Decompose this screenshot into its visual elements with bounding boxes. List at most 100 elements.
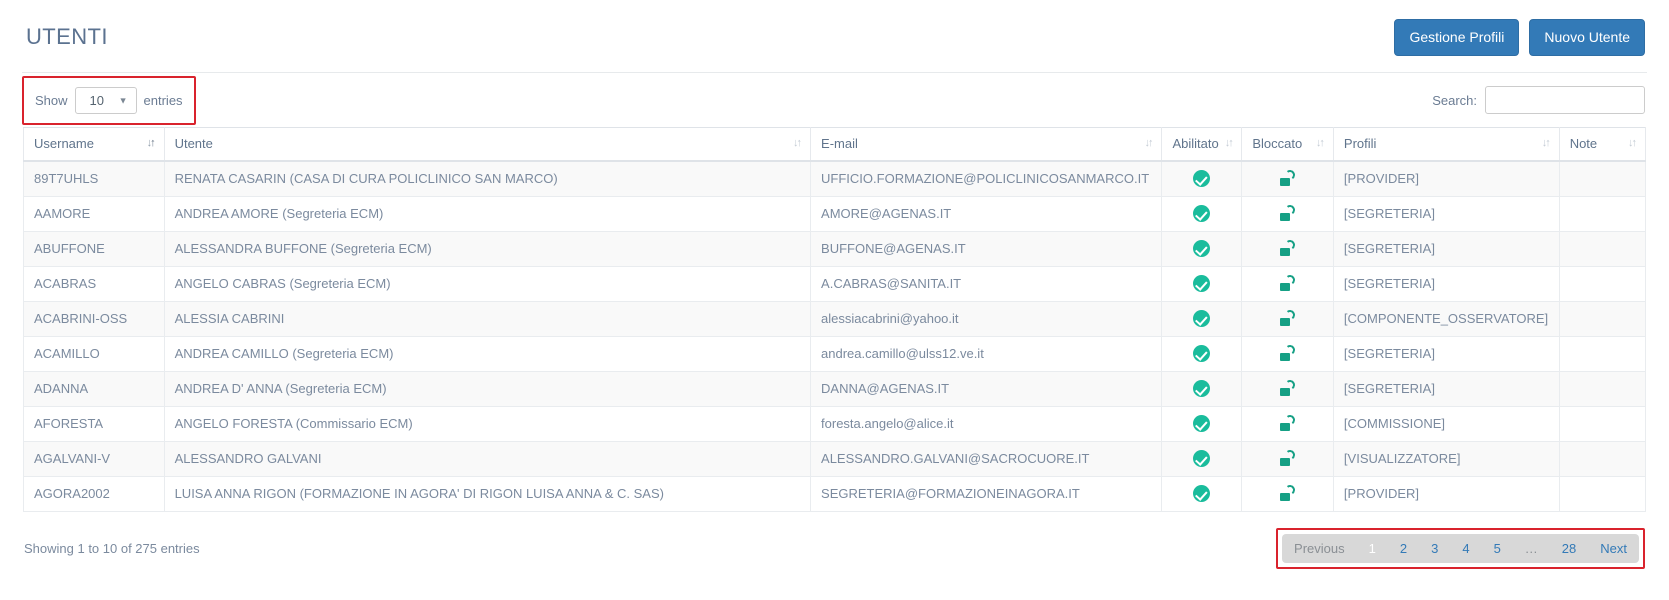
gestione-profili-button[interactable]: Gestione Profili [1394,18,1520,56]
cell-profili: [SEGRETERIA] [1332,265,1560,302]
cell-email: ALESSANDRO.GALVANI@SACROCUORE.IT [810,440,1163,477]
table-row[interactable]: AGORA2002 LUISA ANNA RIGON (FORMAZIONE IN… [23,475,1647,512]
cell-bloccato [1241,440,1334,477]
unlock-icon [1279,274,1297,292]
pagination-highlight: Previous 1 2 3 4 5 … 28 Next [1276,527,1645,569]
column-label: Utente [174,136,213,151]
pagination-3[interactable]: 3 [1419,534,1450,563]
column-header-bloccato[interactable]: Bloccato ↓↑ [1241,127,1334,162]
length-control-highlight: Show 10 25 50 100 ▼ entries [22,75,196,125]
cell-utente: ANDREA CAMILLO (Segreteria ECM) [163,335,812,372]
table-row[interactable]: ACAMILLO ANDREA CAMILLO (Segreteria ECM) a… [23,335,1647,372]
cell-username: ACABRAS [23,265,165,302]
table-row[interactable]: ADANNA ANDREA D' ANNA (Segreteria ECM) DAN… [23,370,1647,407]
cell-utente: ANDREA AMORE (Segreteria ECM) [163,195,812,232]
cell-abilitato [1161,195,1243,232]
cell-abilitato [1161,405,1243,442]
pagination-2[interactable]: 2 [1388,534,1419,563]
table-head: Username ↓↑ Utente ↓↑ E-mail ↓↑ Abilitat… [23,127,1647,162]
sort-icon: ↓↑ [146,137,156,149]
cell-email: DANNA@AGENAS.IT [810,370,1163,407]
table-row[interactable]: ABUFFONE ALESSANDRA BUFFONE (Segreteria E… [23,230,1647,267]
cell-note [1558,300,1647,337]
pagination: Previous 1 2 3 4 5 … 28 Next [1282,533,1639,563]
cell-bloccato [1241,335,1334,372]
sort-icon: ↓↑ [1628,137,1637,149]
check-circle-icon [1193,205,1211,223]
cell-bloccato [1241,405,1334,442]
pagination-next[interactable]: Next [1588,534,1639,563]
nuovo-utente-button[interactable]: Nuovo Utente [1529,18,1645,56]
table-row[interactable]: AFORESTA ANGELO FORESTA (Commissario ECM)… [23,405,1647,442]
column-header-utente[interactable]: Utente ↓↑ [163,127,812,162]
cell-profili: [PROVIDER] [1332,160,1560,197]
column-header-email[interactable]: E-mail ↓↑ [810,127,1163,162]
entries-select-wrapper[interactable]: 10 25 50 100 ▼ [74,86,137,114]
check-circle-icon [1193,450,1211,468]
cell-username: ABUFFONE [23,230,165,267]
cell-abilitato [1161,440,1243,477]
check-circle-icon [1193,275,1211,293]
cell-abilitato [1161,160,1243,197]
cell-note [1558,405,1647,442]
column-label: Username [34,136,94,151]
check-circle-icon [1193,170,1211,188]
cell-email: UFFICIO.FORMAZIONE@POLICLINICOSANMARCO.I… [810,160,1163,197]
cell-abilitato [1161,335,1243,372]
cell-utente: ANDREA D' ANNA (Segreteria ECM) [163,370,812,407]
cell-note [1558,335,1647,372]
column-label: E-mail [821,136,858,151]
cell-utente: ANGELO FORESTA (Commissario ECM) [163,405,812,442]
search-input[interactable] [1485,86,1645,114]
column-label: Abilitato [1172,136,1219,151]
column-header-abilitato[interactable]: Abilitato ↓↑ [1161,127,1243,162]
cell-note [1558,230,1647,267]
cell-abilitato [1161,300,1243,337]
table-row[interactable]: AAMORE ANDREA AMORE (Segreteria ECM) AMORE… [23,195,1647,232]
column-header-username[interactable]: Username ↓↑ [23,127,165,162]
pagination-28[interactable]: 28 [1550,534,1588,563]
column-header-profili[interactable]: Profili ↓↑ [1332,127,1560,162]
pagination-4[interactable]: 4 [1450,534,1481,563]
cell-profili: [SEGRETERIA] [1332,370,1560,407]
table-row[interactable]: ACABRAS ANGELO CABRAS (Segreteria ECM) A.C… [23,265,1647,302]
cell-abilitato [1161,370,1243,407]
cell-utente: LUISA ANNA RIGON (FORMAZIONE IN AGORA' D… [163,475,812,512]
column-label: Bloccato [1252,136,1303,151]
cell-profili: [SEGRETERIA] [1332,230,1560,267]
table-row[interactable]: 89T7UHLS RENATA CASARIN (CASA DI CURA POL… [23,160,1647,197]
users-table: Username ↓↑ Utente ↓↑ E-mail ↓↑ Abilitat… [23,127,1647,512]
unlock-icon [1279,204,1297,222]
cell-email: SEGRETERIA@FORMAZIONEINAGORA.IT [810,475,1163,512]
table-row[interactable]: AGALVANI-V ALESSANDRO GALVANI ALESSANDRO.G… [23,440,1647,477]
cell-bloccato [1241,300,1334,337]
cell-note [1558,440,1647,477]
column-label: Profili [1343,136,1377,151]
cell-profili: [PROVIDER] [1332,475,1560,512]
table-body: 89T7UHLS RENATA CASARIN (CASA DI CURA POL… [23,160,1647,512]
table-controls: Show 10 25 50 100 ▼ entries Search: [0,73,1669,127]
cell-username: ACAMILLO [23,335,165,372]
cell-bloccato [1241,370,1334,407]
cell-username: ADANNA [23,370,165,407]
cell-bloccato [1241,230,1334,267]
cell-bloccato [1241,475,1334,512]
cell-abilitato [1161,230,1243,267]
column-header-note[interactable]: Note ↓↑ [1558,127,1647,162]
unlock-icon [1279,484,1297,502]
pagination-1[interactable]: 1 [1357,534,1388,563]
table-row[interactable]: ACABRINI-OSS ALESSIA CABRINI alessiacabrin… [23,300,1647,337]
unlock-icon [1279,239,1297,257]
cell-email: AMORE@AGENAS.IT [810,195,1163,232]
check-circle-icon [1193,240,1211,258]
entries-select[interactable]: 10 25 50 100 [74,86,137,114]
search-label: Search: [1432,92,1477,108]
cell-profili: [VISUALIZZATORE] [1332,440,1560,477]
pagination-5[interactable]: 5 [1482,534,1513,563]
pagination-previous[interactable]: Previous [1282,534,1357,563]
cell-utente: RENATA CASARIN (CASA DI CURA POLICLINICO… [163,160,812,197]
unlock-icon [1279,379,1297,397]
cell-utente: ALESSANDRA BUFFONE (Segreteria ECM) [163,230,812,267]
cell-profili: [SEGRETERIA] [1332,335,1560,372]
table-footer: Showing 1 to 10 of 275 entries Previous 1… [0,512,1669,569]
